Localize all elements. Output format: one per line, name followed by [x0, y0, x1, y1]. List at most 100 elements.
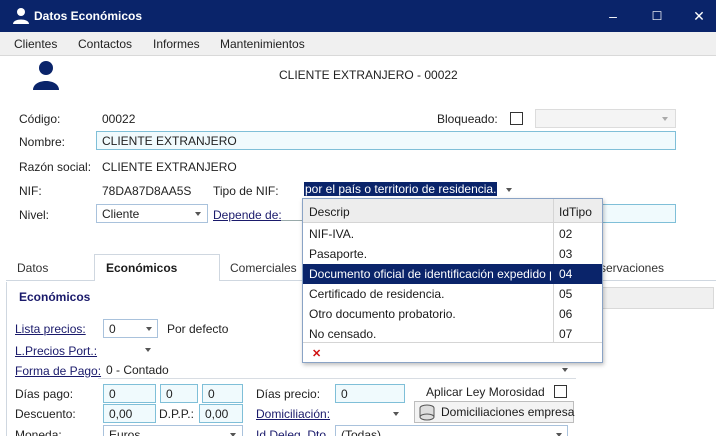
tab-economicos[interactable]: Económicos: [94, 254, 220, 281]
dropdown-row[interactable]: No censado. 07: [303, 324, 602, 344]
dias-pago-label: Días pago:: [15, 387, 74, 401]
dpp-field[interactable]: 0,00: [199, 404, 243, 423]
domiciliacion-link[interactable]: Domiciliación:: [256, 407, 330, 421]
por-defecto-text: Por defecto: [167, 322, 229, 336]
lista-precios-value: 0: [109, 322, 116, 336]
close-button[interactable]: ✕: [684, 4, 714, 28]
lista-precios-combo[interactable]: 0: [103, 319, 158, 338]
ley-morosidad-checkbox[interactable]: [554, 385, 567, 398]
row-id: 02: [559, 227, 573, 241]
domiciliaciones-empresa-button[interactable]: Domiciliaciones empresa: [414, 401, 574, 423]
dpp-label: D.P.P.:: [159, 407, 194, 421]
row-descrip: Certificado de residencia.: [309, 287, 445, 301]
client-title: CLIENTE EXTRANJERO - 00022: [279, 68, 458, 82]
chevron-down-icon: [145, 348, 151, 352]
client-avatar-icon: [33, 61, 59, 90]
dpp-value: 0,00: [205, 407, 229, 421]
dias-pago-1[interactable]: 0: [103, 384, 156, 403]
dias-pago-3-value: 0: [208, 387, 215, 401]
row-descrip: NIF-IVA.: [309, 227, 355, 241]
lista-precios-link[interactable]: Lista precios:: [15, 322, 86, 336]
descuento-label: Descuento:: [15, 407, 76, 421]
descuento-value: 0,00: [109, 407, 133, 421]
row-descrip: Pasaporte.: [309, 247, 368, 261]
tipo-nif-dropdown: Descrip IdTipo NIF-IVA. 02 Pasaporte. 03…: [302, 198, 603, 363]
dias-precio-value: 0: [341, 387, 348, 401]
section-header-strip: [602, 287, 714, 309]
nivel-combo[interactable]: Cliente: [96, 204, 208, 223]
row-descrip: Otro documento probatorio.: [309, 307, 456, 321]
forma-pago-link[interactable]: Forma de Pago:: [15, 364, 101, 378]
razon-social-value: CLIENTE EXTRANJERO: [102, 160, 237, 174]
dropdown-header: Descrip IdTipo: [303, 199, 602, 223]
menu-clientes[interactable]: Clientes: [14, 37, 57, 51]
dias-precio-field[interactable]: 0: [335, 384, 405, 403]
dias-precio-label: Días precio:: [256, 387, 321, 401]
section-title: Económicos: [19, 290, 91, 304]
menu-contactos[interactable]: Contactos: [78, 37, 132, 51]
bloqueado-combo[interactable]: [535, 109, 676, 128]
razon-social-label: Razón social:: [19, 160, 92, 174]
nombre-label: Nombre:: [19, 135, 66, 149]
row-id: 06: [559, 307, 573, 321]
nif-label: NIF:: [19, 184, 42, 198]
domiciliacion-combo[interactable]: [335, 404, 405, 422]
clear-icon[interactable]: ✕: [312, 347, 321, 360]
tab-observaciones[interactable]: servaciones: [600, 254, 664, 281]
depende-de-link[interactable]: Depende de:: [213, 208, 282, 222]
nif-value: 78DA87D8AA5S: [102, 184, 192, 198]
bloqueado-checkbox[interactable]: [510, 112, 523, 125]
lprecios-port-link[interactable]: L.Precios Port.:: [15, 344, 97, 358]
chevron-down-icon: [393, 412, 399, 416]
dropdown-row[interactable]: Otro documento probatorio. 06: [303, 304, 602, 324]
dias-pago-2[interactable]: 0: [160, 384, 198, 403]
dropdown-row-selected[interactable]: Documento oficial de identificación expe…: [303, 264, 602, 284]
chevron-down-icon: [506, 188, 512, 192]
row-id: 03: [559, 247, 573, 261]
id-deleg-value: (Todas): [341, 428, 382, 436]
col-idtipo[interactable]: IdTipo: [559, 205, 592, 219]
id-deleg-combo[interactable]: (Todas): [335, 425, 568, 436]
depende-underline: [281, 220, 303, 221]
row-descrip: Documento oficial de identificación expe…: [309, 267, 551, 281]
depende-de-field[interactable]: [600, 204, 676, 223]
dias-pago-3[interactable]: 0: [202, 384, 243, 403]
ley-morosidad-label: Aplicar Ley Morosidad: [426, 385, 545, 399]
moneda-value: Euros: [109, 428, 141, 436]
col-descrip[interactable]: Descrip: [309, 205, 350, 219]
tab-comerciales[interactable]: Comerciales: [230, 254, 297, 281]
dropdown-row[interactable]: NIF-IVA. 02: [303, 224, 602, 244]
lprecios-port-combo[interactable]: [103, 342, 158, 359]
tipo-nif-label: Tipo de NIF:: [213, 184, 279, 198]
user-app-icon: [13, 8, 29, 24]
forma-pago-combo[interactable]: 0 - Contado: [98, 361, 576, 379]
maximize-button[interactable]: ☐: [642, 4, 672, 28]
domiciliaciones-btn-label: Domiciliaciones empresa: [441, 405, 575, 419]
minimize-button[interactable]: –: [598, 4, 628, 28]
title-bar: Datos Económicos – ☐ ✕: [0, 0, 716, 32]
moneda-label: Moneda:: [15, 428, 62, 436]
dropdown-footer-divider: [303, 342, 602, 343]
dias-pago-2-value: 0: [166, 387, 173, 401]
dropdown-row[interactable]: Pasaporte. 03: [303, 244, 602, 264]
chevron-down-icon: [562, 368, 568, 372]
nombre-field[interactable]: CLIENTE EXTRANJERO: [96, 131, 676, 150]
menu-informes[interactable]: Informes: [153, 37, 200, 51]
id-deleg-link[interactable]: Id.Deleg. Dto.: [256, 428, 329, 436]
nivel-value: Cliente: [102, 207, 140, 221]
tab-datos[interactable]: Datos: [17, 254, 48, 281]
row-id: 07: [559, 327, 573, 341]
moneda-combo[interactable]: Euros: [103, 425, 243, 436]
dropdown-row[interactable]: Certificado de residencia. 05: [303, 284, 602, 304]
menu-bar: Clientes Contactos Informes Mantenimient…: [0, 32, 716, 56]
forma-pago-value: 0 - Contado: [106, 363, 169, 377]
codigo-value: 00022: [102, 112, 136, 126]
nivel-label: Nivel:: [19, 208, 50, 222]
chevron-down-icon: [662, 117, 668, 121]
dias-pago-1-value: 0: [109, 387, 116, 401]
menu-mantenimientos[interactable]: Mantenimientos: [220, 37, 305, 51]
chevron-down-icon: [146, 327, 152, 331]
chevron-down-icon: [195, 212, 201, 216]
descuento-field[interactable]: 0,00: [103, 404, 156, 423]
codigo-label: Código:: [19, 112, 61, 126]
